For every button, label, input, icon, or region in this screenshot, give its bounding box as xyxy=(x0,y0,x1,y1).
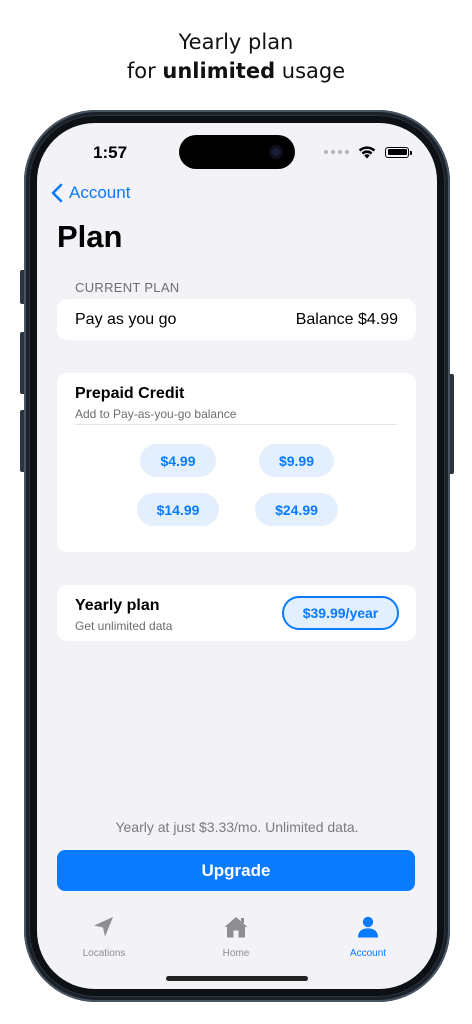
tab-locations-label: Locations xyxy=(82,948,126,959)
prepaid-credit-subtitle: Add to Pay-as-you-go balance xyxy=(75,407,237,421)
cellular-signal-icon xyxy=(324,150,349,154)
current-plan-name: Pay as you go xyxy=(75,311,177,328)
tab-bar: Locations Home Account xyxy=(37,911,437,961)
tab-locations[interactable]: Locations xyxy=(59,911,149,961)
prepaid-option-14-99[interactable]: $14.99 xyxy=(137,493,219,526)
battery-icon xyxy=(385,146,412,158)
back-button[interactable]: Account xyxy=(51,183,130,203)
prepaid-option-24-99[interactable]: $24.99 xyxy=(255,493,338,526)
yearly-price-button[interactable]: $39.99/year xyxy=(282,596,399,630)
status-time: 1:57 xyxy=(93,143,128,162)
tab-home-label: Home xyxy=(222,948,250,959)
tab-account-label: Account xyxy=(349,948,387,959)
upgrade-button[interactable]: Upgrade xyxy=(57,850,415,891)
camera-icon xyxy=(269,145,283,159)
back-label: Account xyxy=(69,183,131,202)
prepaid-credit-title: Prepaid Credit xyxy=(75,385,185,402)
prepaid-option-9-99[interactable]: $9.99 xyxy=(259,444,334,477)
prepaid-option-4-99[interactable]: $4.99 xyxy=(140,444,216,477)
marketing-headline: Yearly plan for unlimited usage xyxy=(0,28,472,86)
yearly-plan-subtitle: Get unlimited data xyxy=(75,619,173,633)
balance-value: Balance $4.99 xyxy=(295,311,398,328)
wifi-icon xyxy=(358,146,376,159)
divider xyxy=(75,424,397,425)
chevron-left-icon xyxy=(51,183,63,203)
current-plan-section-label: CURRENT PLAN xyxy=(75,280,180,295)
headline-line-2: for unlimited usage xyxy=(126,59,346,83)
tab-home[interactable]: Home xyxy=(191,911,281,961)
headline-line-1: Yearly plan xyxy=(178,30,294,54)
page-title: Plan xyxy=(57,219,123,254)
person-icon xyxy=(358,916,378,938)
location-arrow-icon xyxy=(94,917,113,937)
home-indicator xyxy=(166,976,308,981)
status-indicators xyxy=(324,145,412,159)
phone-screen: 1:57 Account Plan CURRENT PLAN Pay as yo… xyxy=(37,123,437,989)
prepaid-credit-card: Prepaid Credit Add to Pay-as-you-go bala… xyxy=(57,373,416,552)
home-icon xyxy=(224,917,248,938)
yearly-plan-card: Yearly plan Get unlimited data $39.99/ye… xyxy=(57,585,416,641)
tab-account[interactable]: Account xyxy=(323,911,413,961)
current-plan-card: Pay as you go Balance $4.99 xyxy=(57,299,416,340)
promo-text: Yearly at just $3.33/mo. Unlimited data. xyxy=(115,819,359,835)
dynamic-island xyxy=(179,135,295,169)
yearly-plan-title: Yearly plan xyxy=(75,597,160,614)
